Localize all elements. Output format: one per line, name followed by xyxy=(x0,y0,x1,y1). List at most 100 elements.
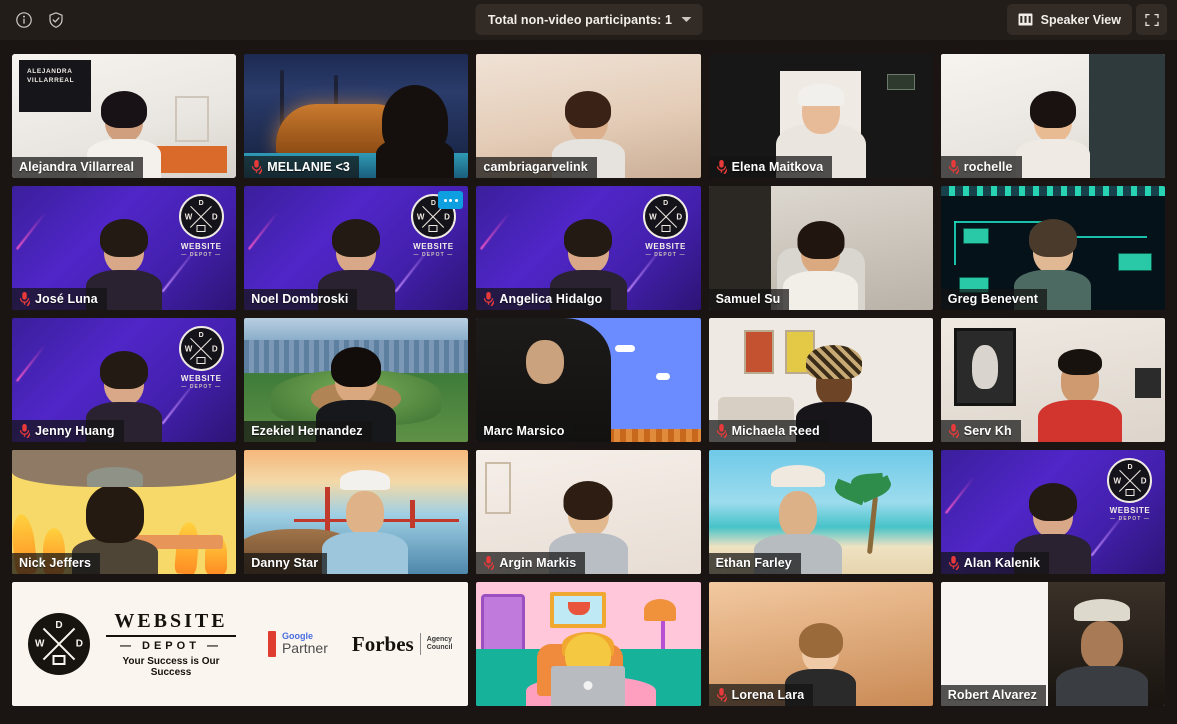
website-depot-banner: D W D WEBSITE — DEPOT — Your Success is … xyxy=(12,582,469,706)
microphone-muted-icon xyxy=(716,688,727,702)
participant-tile[interactable]: Nick Jeffers xyxy=(12,450,237,574)
participant-nameplate: cambriagarvelink xyxy=(476,157,597,178)
more-options-button[interactable] xyxy=(438,191,464,209)
participant-name: Greg Benevent xyxy=(947,292,1039,306)
participant-tile[interactable]: Greg Benevent xyxy=(940,186,1165,310)
participant-name: Marc Marsico xyxy=(483,424,565,438)
participant-tile[interactable]: D W D WEBSITE — DEPOT — Angelica Hidalgo xyxy=(476,186,701,310)
participant-tile[interactable]: ALEJANDRA VILLARREAL Alejandra Villarreal xyxy=(12,54,237,178)
shelf-prop xyxy=(1134,367,1161,398)
participant-name: Argin Markis xyxy=(499,555,577,570)
participant-nameplate: Argin Markis xyxy=(476,552,586,574)
participant-nameplate: Lorena Lara xyxy=(708,684,814,706)
microphone-muted-icon xyxy=(19,292,30,306)
topbar-right-controls: Speaker View xyxy=(1006,4,1167,35)
participant-tile[interactable]: Serv Kh xyxy=(940,318,1165,442)
participant-tile[interactable]: Michaela Reed xyxy=(708,318,933,442)
wd-monogram-icon: D W D xyxy=(1107,458,1153,503)
participant-tile[interactable]: D W D WEBSITE — DEPOT — Your Success is … xyxy=(12,582,469,706)
banner-tagline: Your Success is Our Success xyxy=(122,656,220,678)
participant-nameplate: José Luna xyxy=(12,288,107,310)
participant-tile[interactable]: Danny Star xyxy=(244,450,469,574)
participant-name: Angelica Hidalgo xyxy=(499,291,603,306)
wd-monogram-icon: D W D xyxy=(643,194,689,239)
chevron-down-icon xyxy=(681,17,692,22)
participant-tile[interactable]: Ezekiel Hernandez xyxy=(244,318,469,442)
non-video-participants-dropdown[interactable]: Total non-video participants: 1 xyxy=(474,4,703,35)
website-depot-logo: D W D WEBSITE — DEPOT — xyxy=(640,194,692,258)
participant-name: José Luna xyxy=(35,291,98,306)
microphone-muted-icon xyxy=(716,424,727,438)
microphone-muted-icon xyxy=(252,160,263,174)
banner-brand-block: WEBSITE — DEPOT — Your Success is Our Su… xyxy=(106,610,236,678)
fullscreen-icon xyxy=(1144,13,1159,26)
participant-silhouette xyxy=(367,85,463,178)
wd-monogram-icon: D W D xyxy=(178,194,224,239)
participant-name: Serv Kh xyxy=(963,423,1012,438)
speaker-view-button[interactable]: Speaker View xyxy=(1006,4,1132,35)
participant-silhouette xyxy=(1032,349,1128,442)
participant-name: Danny Star xyxy=(251,556,319,570)
participant-name: Alejandra Villarreal xyxy=(19,160,135,174)
participant-tile[interactable]: Elena Maitkova xyxy=(708,54,933,178)
microphone-muted-icon xyxy=(948,160,959,174)
beanie-prop xyxy=(797,84,844,106)
participant-name: cambriagarvelink xyxy=(483,160,588,174)
participant-tile[interactable]: D W D WEBSITE — DEPOT — Jenny Huang xyxy=(12,318,237,442)
participant-nameplate: Noel Dombroski xyxy=(244,289,358,310)
website-depot-logo: D W D WEBSITE — DEPOT — xyxy=(175,194,227,258)
info-icon[interactable] xyxy=(14,10,34,30)
participant-name: Elena Maitkova xyxy=(731,159,824,174)
participant-nameplate: Nick Jeffers xyxy=(12,553,101,574)
vent-prop xyxy=(886,73,915,90)
microphone-muted-icon xyxy=(716,160,727,174)
participant-tile[interactable] xyxy=(476,582,701,706)
wd-monogram-icon: D W D xyxy=(28,613,90,675)
participant-nameplate: Angelica Hidalgo xyxy=(476,288,612,310)
participant-tile[interactable]: D W D WEBSITE — DEPOT — Alan Kalenik xyxy=(940,450,1165,574)
participant-nameplate: Elena Maitkova xyxy=(708,156,833,178)
participant-tile[interactable]: Marc Marsico xyxy=(476,318,701,442)
participant-tile[interactable]: D W D WEBSITE — DEPOT — Noel Dombroski xyxy=(244,186,469,310)
non-video-participants-label: Total non-video participants: 1 xyxy=(487,12,673,27)
participant-tile[interactable]: Samuel Su xyxy=(708,186,933,310)
participant-tile[interactable]: Ethan Farley xyxy=(708,450,933,574)
shield-check-icon[interactable] xyxy=(46,10,66,30)
participant-nameplate: rochelle xyxy=(940,156,1022,178)
banner-brand-name: WEBSITE xyxy=(114,610,228,632)
cap-prop xyxy=(1074,599,1131,622)
participant-nameplate: Samuel Su xyxy=(708,289,790,310)
participant-name: Noel Dombroski xyxy=(251,292,349,306)
participant-nameplate: Serv Kh xyxy=(940,420,1021,442)
fullscreen-button[interactable] xyxy=(1136,4,1167,35)
participant-nameplate: Ethan Farley xyxy=(708,553,801,574)
participant-tile[interactable]: Argin Markis xyxy=(476,450,701,574)
participant-name: Alan Kalenik xyxy=(963,555,1041,570)
participant-tile[interactable]: D W D WEBSITE — DEPOT — José Luna xyxy=(12,186,237,310)
meeting-top-bar: Total non-video participants: 1 Speaker … xyxy=(0,0,1177,40)
participant-name: Ethan Farley xyxy=(715,556,792,570)
wall-shadow xyxy=(1088,54,1165,178)
participant-tile[interactable]: rochelle xyxy=(940,54,1165,178)
participant-name: Michaela Reed xyxy=(731,423,820,438)
participant-name: rochelle xyxy=(963,159,1013,174)
participant-tile[interactable]: Robert Alvarez xyxy=(940,582,1165,706)
cap-prop xyxy=(340,469,391,490)
participant-tile[interactable]: cambriagarvelink xyxy=(476,54,701,178)
scene-cartoon-room xyxy=(476,582,701,706)
participant-tile[interactable]: MELLANIE <3 xyxy=(244,54,469,178)
grid-view-icon xyxy=(1018,13,1033,26)
microphone-muted-icon xyxy=(484,292,495,306)
microphone-muted-icon xyxy=(948,556,959,570)
participant-tile[interactable]: Lorena Lara xyxy=(708,582,933,706)
forbes-agency-council-badge: Forbes Agency Council xyxy=(351,631,453,656)
frame-prop xyxy=(485,462,512,515)
participant-name: Robert Alvarez xyxy=(947,688,1037,702)
participant-nameplate: Alan Kalenik xyxy=(940,552,1050,574)
participant-nameplate: Greg Benevent xyxy=(940,289,1048,310)
participant-name: Lorena Lara xyxy=(731,687,805,702)
wd-monogram-icon: D W D xyxy=(178,326,224,371)
participant-nameplate: MELLANIE <3 xyxy=(244,156,359,178)
banner-brand-sub: — DEPOT — xyxy=(119,640,222,652)
participant-name: Nick Jeffers xyxy=(19,556,92,570)
